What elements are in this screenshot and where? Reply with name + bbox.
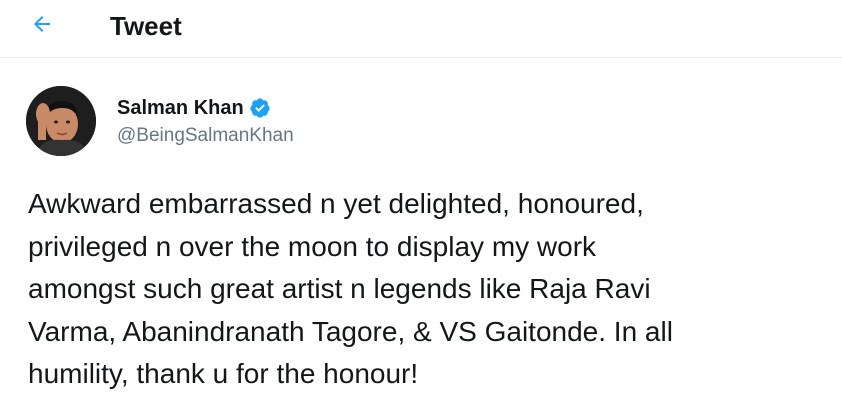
tweet-text: Awkward embarrassed n yet delighted, hon… bbox=[28, 188, 673, 389]
back-button[interactable] bbox=[24, 8, 60, 44]
author-handle[interactable]: @BeingSalmanKhan bbox=[117, 124, 294, 148]
tweet-header: Tweet bbox=[0, 0, 842, 58]
arrow-left-icon bbox=[30, 12, 54, 41]
avatar[interactable] bbox=[26, 86, 96, 156]
author-name-row[interactable]: Salman Khan bbox=[117, 96, 271, 120]
page-title: Tweet bbox=[110, 11, 182, 41]
author-name[interactable]: Salman Khan bbox=[117, 96, 244, 120]
verified-badge-icon bbox=[249, 97, 271, 119]
